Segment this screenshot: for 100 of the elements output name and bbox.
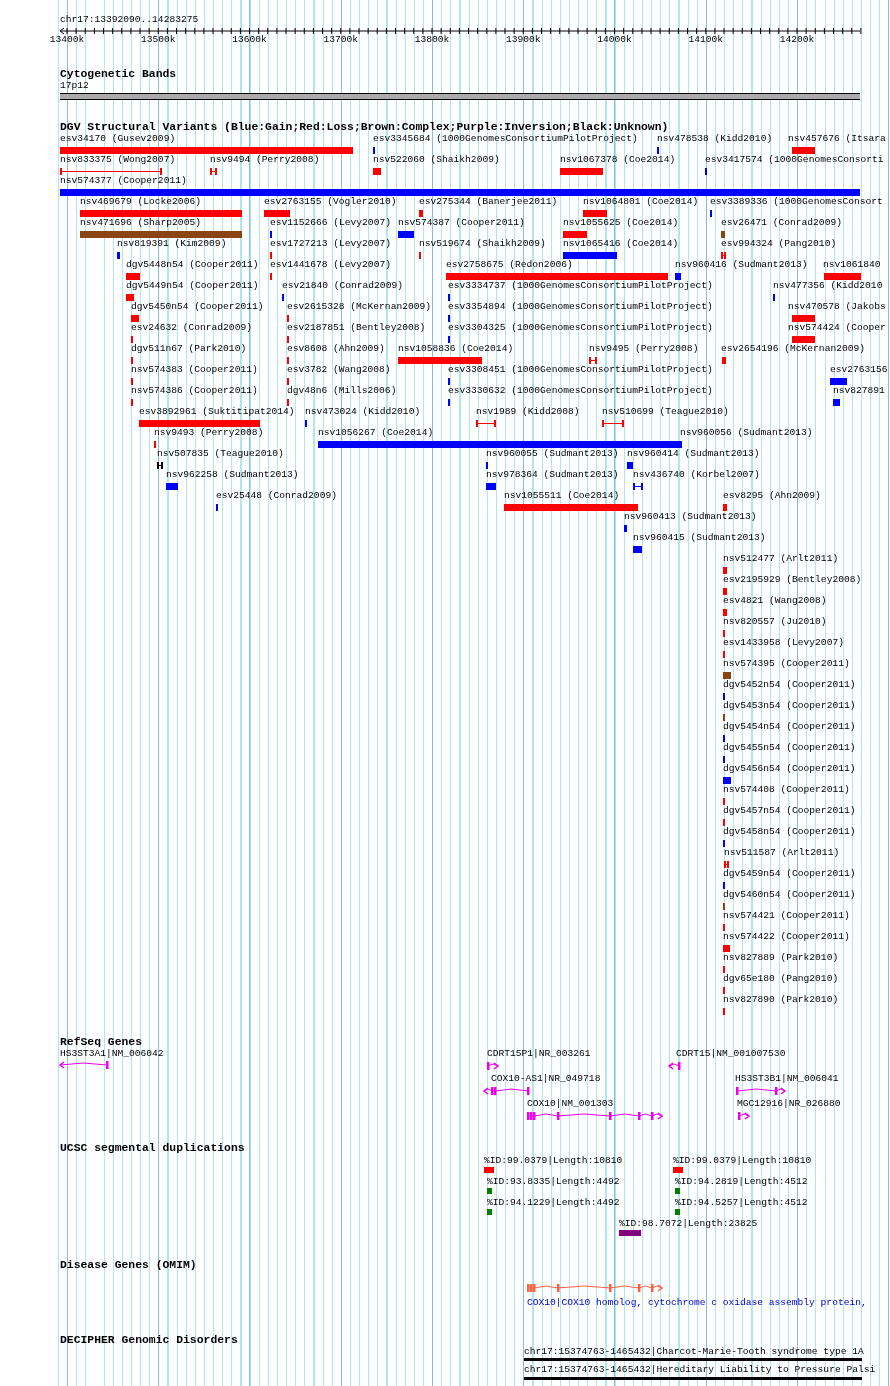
variant-label: dgv5453n54 (Cooper2011) [723, 701, 856, 711]
variant-bar[interactable] [633, 483, 643, 490]
gene-model[interactable] [56, 1060, 112, 1070]
axis-label: 13800k [414, 35, 450, 45]
variant-label: nsv1056267 (Coe2014) [318, 428, 434, 438]
variant-label: esv3389336 (1000GenomesConsort [710, 197, 883, 207]
variant-label: nsv574383 (Cooper2011) [131, 365, 258, 375]
variant-label: nsv519674 (Shaikh2009) [419, 239, 546, 249]
variant-label: nsv1058836 (Coe2014) [398, 344, 514, 354]
variant-label: nsv507835 (Teague2010) [157, 449, 284, 459]
variant-label: nsv477356 (Kidd2010 [773, 281, 883, 291]
variant-label: nsv1061840 [823, 260, 881, 270]
disorder-bar[interactable] [524, 1358, 862, 1361]
variant-label: esv8608 (Ahn2009) [287, 344, 385, 354]
variant-label: nsv471696 (Sharp2005) [80, 218, 201, 228]
variant-label: dgv5454n54 (Cooper2011) [723, 722, 856, 732]
variant-label: nsv574386 (Cooper2011) [131, 386, 258, 396]
variant-label: esv3345684 (1000GenomesConsortiumPilotProject) [373, 134, 638, 144]
variant-label: nsv1067378 (Coe2014) [560, 155, 676, 165]
track-title: UCSC segmental duplications [60, 1142, 245, 1154]
variant-label: nsv960415 (Sudmant2013) [633, 533, 766, 543]
variant-label: nsv1055511 (Coe2014) [504, 491, 620, 501]
variant-label: nsv827891 [833, 386, 885, 396]
track-title: RefSeq Genes [60, 1036, 143, 1048]
duplication-label: %ID:98.7072|Length:23825 [619, 1219, 758, 1229]
variant-label: esv25448 (Conrad2009) [216, 491, 337, 501]
variant-label: dgv511n67 (Park2010) [131, 344, 247, 354]
variant-label: esv3782 (Wang2008) [287, 365, 391, 375]
variant-label: dgv5457n54 (Cooper2011) [723, 806, 856, 816]
variant-label: nsv833375 (Wong2007) [60, 155, 176, 165]
axis-label: 13600k [232, 35, 267, 45]
track-title: DECIPHER Genomic Disorders [60, 1334, 238, 1346]
disease-gene-link[interactable]: COX10|COX10 homolog, cytochrome c oxidase assembly protein, [527, 1298, 867, 1308]
variant-label: esv275344 (Banerjee2011) [419, 197, 558, 207]
track-title: Cytogenetic Bands [60, 68, 177, 80]
track-title: Disease Genes (OMIM) [60, 1259, 197, 1271]
variant-label: nsv1989 (Kidd2008) [476, 407, 580, 417]
gene-label: HS3ST3A1|NM_006042 [60, 1049, 164, 1059]
variant-label: nsv962258 (Sudmant2013) [166, 470, 299, 480]
variant-label: esv1727213 (Levy2007) [270, 239, 391, 249]
variant-label: dgv5448n54 (Cooper2011) [126, 260, 259, 270]
duplication-label: %ID:94.1229|Length:4492 [487, 1198, 620, 1208]
variant-label: esv8295 (Ahn2009) [723, 491, 821, 501]
duplication-bar[interactable] [675, 1188, 680, 1194]
position-label: chr17:13392090..14283275 [60, 15, 199, 25]
gene-label: HS3ST3B1|NM_006041 [735, 1074, 839, 1084]
disorder-bar[interactable] [524, 1377, 862, 1380]
variant-label: esv3308451 (1000GenomesConsortiumPilotProject) [448, 365, 713, 375]
duplication-bar[interactable] [487, 1188, 492, 1194]
variant-label: dgv5456n54 (Cooper2011) [723, 764, 856, 774]
disorder-label: chr17:15374763-1465432|Charcot-Marie-Tooth syndrome type 1A [524, 1347, 864, 1357]
variant-label: esv21840 (Conrad2009) [282, 281, 403, 291]
variant-label: esv3354894 (1000GenomesConsortiumPilotProject) [448, 302, 713, 312]
duplication-bar[interactable] [673, 1167, 683, 1173]
variant-label: nsv574424 (Cooper [788, 323, 886, 333]
duplication-label: %ID:99.0379|Length:10810 [484, 1156, 623, 1166]
variant-label: nsv478538 (Kidd2010) [657, 134, 773, 144]
duplication-bar[interactable] [484, 1167, 494, 1173]
disorder-label: chr17:15374763-1465432|Hereditary Liability to Pressure Palsi [524, 1365, 876, 1375]
gene-label: CDRT15P1|NR_003261 [487, 1049, 591, 1059]
variant-label: nsv9494 (Perry2008) [210, 155, 320, 165]
duplication-bar[interactable] [675, 1209, 680, 1215]
axis-label: 13500k [141, 35, 176, 45]
variant-label: nsv960055 (Sudmant2013) [486, 449, 619, 459]
band-label: 17p12 [60, 81, 89, 91]
variant-label: esv1152666 (Levy2007) [270, 218, 391, 228]
variant-label: nsv574387 (Cooper2011) [398, 218, 525, 228]
gene-label: MGC12916|NR_026880 [737, 1099, 841, 1109]
variant-label: esv24632 (Conrad2009) [131, 323, 252, 333]
variant-label: nsv574421 (Cooper2011) [723, 911, 850, 921]
gene-model[interactable] [480, 1086, 533, 1096]
variant-label: nsv436740 (Korbel2007) [633, 470, 760, 480]
variant-label: nsv9493 (Perry2008) [154, 428, 264, 438]
variant-label: nsv512477 (Arlt2011) [723, 554, 839, 564]
variant-label: nsv469679 (Locke2006) [80, 197, 201, 207]
gene-label: CDRT15|NM_001007530 [676, 1049, 786, 1059]
axis-label: 13900k [506, 35, 541, 45]
axis-label: 14000k [597, 35, 632, 45]
variant-label: nsv511587 (Arlt2011) [724, 848, 840, 858]
variant-label: esv3334737 (1000GenomesConsortiumPilotProject) [448, 281, 713, 291]
variant-label: nsv574377 (Cooper2011) [60, 176, 187, 186]
variant-label: esv3330632 (1000GenomesConsortiumPilotProject) [448, 386, 713, 396]
variant-label: nsv473024 (Kidd2010) [305, 407, 421, 417]
variant-label: nsv820557 (Ju2010) [723, 617, 827, 627]
variant-label: esv2615328 (McKernan2009) [287, 302, 431, 312]
variant-bar[interactable] [157, 462, 163, 469]
variant-label: nsv1065416 (Coe2014) [563, 239, 679, 249]
variant-label: nsv574395 (Cooper2011) [723, 659, 850, 669]
variant-label: nsv1064801 (Coe2014) [583, 197, 699, 207]
variant-label: esv2654196 (McKernan2009) [721, 344, 865, 354]
variant-label: nsv960056 (Sudmant2013) [680, 428, 813, 438]
variant-label: nsv470578 (Jakobs [788, 302, 886, 312]
variant-label: nsv1055625 (Coe2014) [563, 218, 679, 228]
variant-label: nsv574408 (Cooper2011) [723, 785, 850, 795]
gene-model[interactable] [665, 1061, 684, 1071]
duplication-bar[interactable] [619, 1230, 641, 1236]
track-title: DGV Structural Variants (Blue:Gain;Red:Loss;Brown:Complex;Purple:Inversion;Black:Unknown) [60, 121, 669, 133]
axis-label: 13700k [323, 35, 358, 45]
duplication-bar[interactable] [487, 1209, 492, 1215]
duplication-label: %ID:93.8335|Length:4492 [487, 1177, 620, 1187]
